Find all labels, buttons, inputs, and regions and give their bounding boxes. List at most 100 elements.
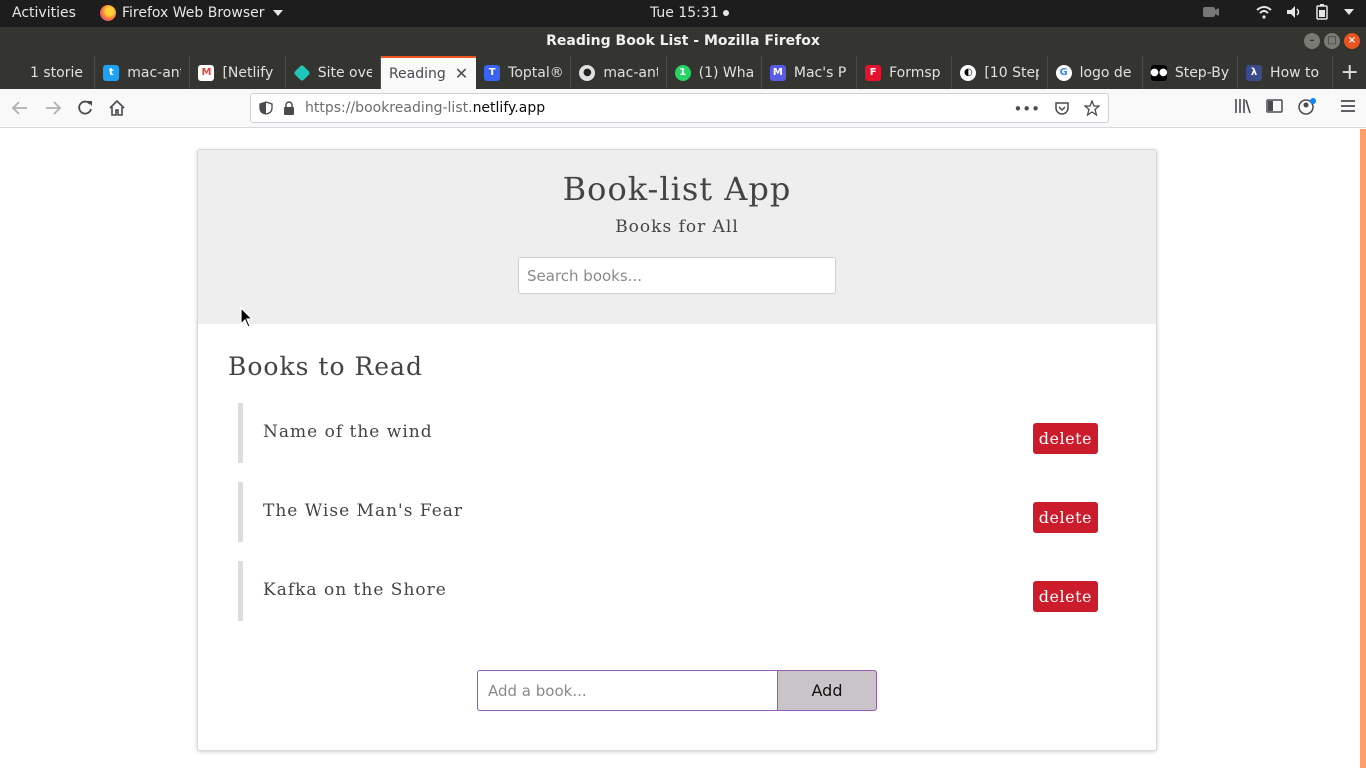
book-list-app: Book-list App Books for All Books to Rea… <box>197 149 1157 751</box>
book-name: The Wise Man's Fear <box>263 501 464 521</box>
tab[interactable]: M [Netlify <box>190 56 286 89</box>
sidebar-icon[interactable] <box>1266 98 1284 114</box>
tab[interactable]: Site ove <box>286 56 381 89</box>
reload-button[interactable] <box>74 97 96 119</box>
add-book-button[interactable]: Add <box>777 670 877 711</box>
lock-icon[interactable] <box>283 101 295 115</box>
app-subtitle: Books for All <box>615 217 739 237</box>
add-book-form: Add <box>477 670 877 711</box>
delete-button[interactable]: delete <box>1032 581 1098 612</box>
firefox-icon <box>100 5 116 21</box>
pocket-icon[interactable] <box>1054 100 1070 116</box>
app-menu-label: Firefox Web Browser <box>122 5 265 21</box>
maximize-button[interactable]: □ <box>1324 33 1340 49</box>
tab-label: Reading <box>388 65 446 82</box>
toptal-icon: T <box>484 64 501 81</box>
scrollbar[interactable] <box>1360 129 1366 768</box>
window-title-bar: Reading Book List - Mozilla Firefox – □ … <box>0 27 1366 56</box>
mac-icon: M <box>769 64 786 81</box>
google-icon: G <box>1055 64 1072 81</box>
app-header: Book-list App Books for All <box>198 150 1156 324</box>
tab-label: [Netlify <box>222 64 274 81</box>
tab-active[interactable]: Reading ✕ <box>380 56 477 89</box>
url-text[interactable]: https://bookreading-list.netlify.app <box>305 100 545 116</box>
window-title: Reading Book List - Mozilla Firefox <box>546 33 820 49</box>
home-icon <box>109 99 125 116</box>
app-menu[interactable]: Firefox Web Browser <box>100 5 283 21</box>
url-prefix: https://bookreading-list. <box>305 100 473 116</box>
notification-dot-icon <box>722 10 729 16</box>
battery-icon <box>1316 4 1328 20</box>
address-bar[interactable]: https://bookreading-list.netlify.app ••• <box>250 93 1109 123</box>
mouse-cursor-icon <box>240 307 254 328</box>
page-actions-icon[interactable]: ••• <box>1013 100 1040 118</box>
tab[interactable]: 1 storie <box>0 56 96 89</box>
medium-icon: ●● <box>1150 64 1168 81</box>
book-list: Name of the wind delete The Wise Man's F… <box>238 403 1098 640</box>
tab-label: 1 storie <box>30 64 83 81</box>
tab[interactable]: λ How to <box>1238 56 1334 89</box>
tab[interactable]: F Formsp <box>857 56 953 89</box>
book-list-title: Books to Read <box>228 352 423 381</box>
tab-strip: 1 storie t mac-ant M [Netlify Site ove Rea… <box>0 56 1366 89</box>
system-menu-chevron-icon <box>1344 9 1354 15</box>
account-icon[interactable] <box>1298 98 1318 116</box>
tab[interactable]: ●● Step-By <box>1143 56 1239 89</box>
tab[interactable]: M Mac's P <box>762 56 858 89</box>
tab-label: mac-ant <box>127 64 182 81</box>
yin-yang-icon: ◐ <box>960 64 977 81</box>
forward-button[interactable] <box>42 97 64 119</box>
minimize-button[interactable]: – <box>1304 33 1320 49</box>
clock-label: Tue 15:31 <box>650 5 719 21</box>
delete-button[interactable]: delete <box>1032 502 1098 533</box>
tab[interactable]: ● mac-ant <box>571 56 667 89</box>
github-icon: ● <box>579 64 596 81</box>
tab-label: Formsp <box>889 64 941 81</box>
hamburger-menu-icon[interactable] <box>1340 98 1356 114</box>
chevron-down-icon <box>272 10 283 16</box>
new-tab-button[interactable]: + <box>1333 56 1366 89</box>
tab[interactable]: ◐ [10 Step <box>952 56 1048 89</box>
netlify-icon <box>293 64 311 81</box>
system-tray[interactable] <box>1202 4 1354 20</box>
app-title: Book-list App <box>562 170 792 208</box>
tab-label: [10 Step <box>984 64 1039 81</box>
lambda-icon: λ <box>1246 64 1263 81</box>
tab[interactable]: 1 (1) Wha <box>667 56 762 89</box>
tab[interactable]: Glogo de <box>1048 56 1143 89</box>
delete-button[interactable]: delete <box>1032 423 1098 454</box>
url-domain: netlify.app <box>472 100 546 116</box>
close-tab-icon[interactable]: ✕ <box>455 64 468 83</box>
add-book-input[interactable] <box>477 670 777 711</box>
book-name: Name of the wind <box>263 422 433 442</box>
back-button[interactable] <box>9 97 31 119</box>
tab-label: logo de <box>1079 64 1132 81</box>
search-input[interactable] <box>518 257 836 294</box>
navigation-toolbar: https://bookreading-list.netlify.app ••• <box>0 89 1366 128</box>
library-icon[interactable] <box>1234 98 1252 114</box>
tab[interactable]: T Toptal® <box>476 56 572 89</box>
bookmark-star-icon[interactable] <box>1084 100 1100 116</box>
formspree-icon: F <box>865 64 882 81</box>
tab-label: Step-By <box>1174 64 1230 81</box>
clock[interactable]: Tue 15:31 <box>650 5 729 21</box>
tab-label: (1) Wha <box>698 64 753 81</box>
tab[interactable]: t mac-ant <box>95 56 191 89</box>
tab-label: mac-ant <box>603 64 658 81</box>
activities-button[interactable]: Activities <box>12 5 76 21</box>
tab-label: How to <box>1270 64 1320 81</box>
home-button[interactable] <box>106 97 128 119</box>
tab-label: Mac's P <box>793 64 847 81</box>
tab-label: Site ove <box>317 64 372 81</box>
window-controls: – □ × <box>1304 33 1360 49</box>
gmail-icon: M <box>198 64 215 81</box>
arrow-right-icon <box>46 101 62 115</box>
page-viewport: Book-list App Books for All Books to Rea… <box>0 129 1366 768</box>
close-window-button[interactable]: × <box>1344 33 1360 49</box>
book-name: Kafka on the Shore <box>263 580 447 600</box>
book-item: Name of the wind delete <box>238 403 1098 463</box>
twitter-icon: t <box>103 64 120 81</box>
shield-icon[interactable] <box>259 101 273 115</box>
whatsapp-icon: 1 <box>674 64 691 81</box>
tab-label: Toptal® <box>508 64 563 81</box>
